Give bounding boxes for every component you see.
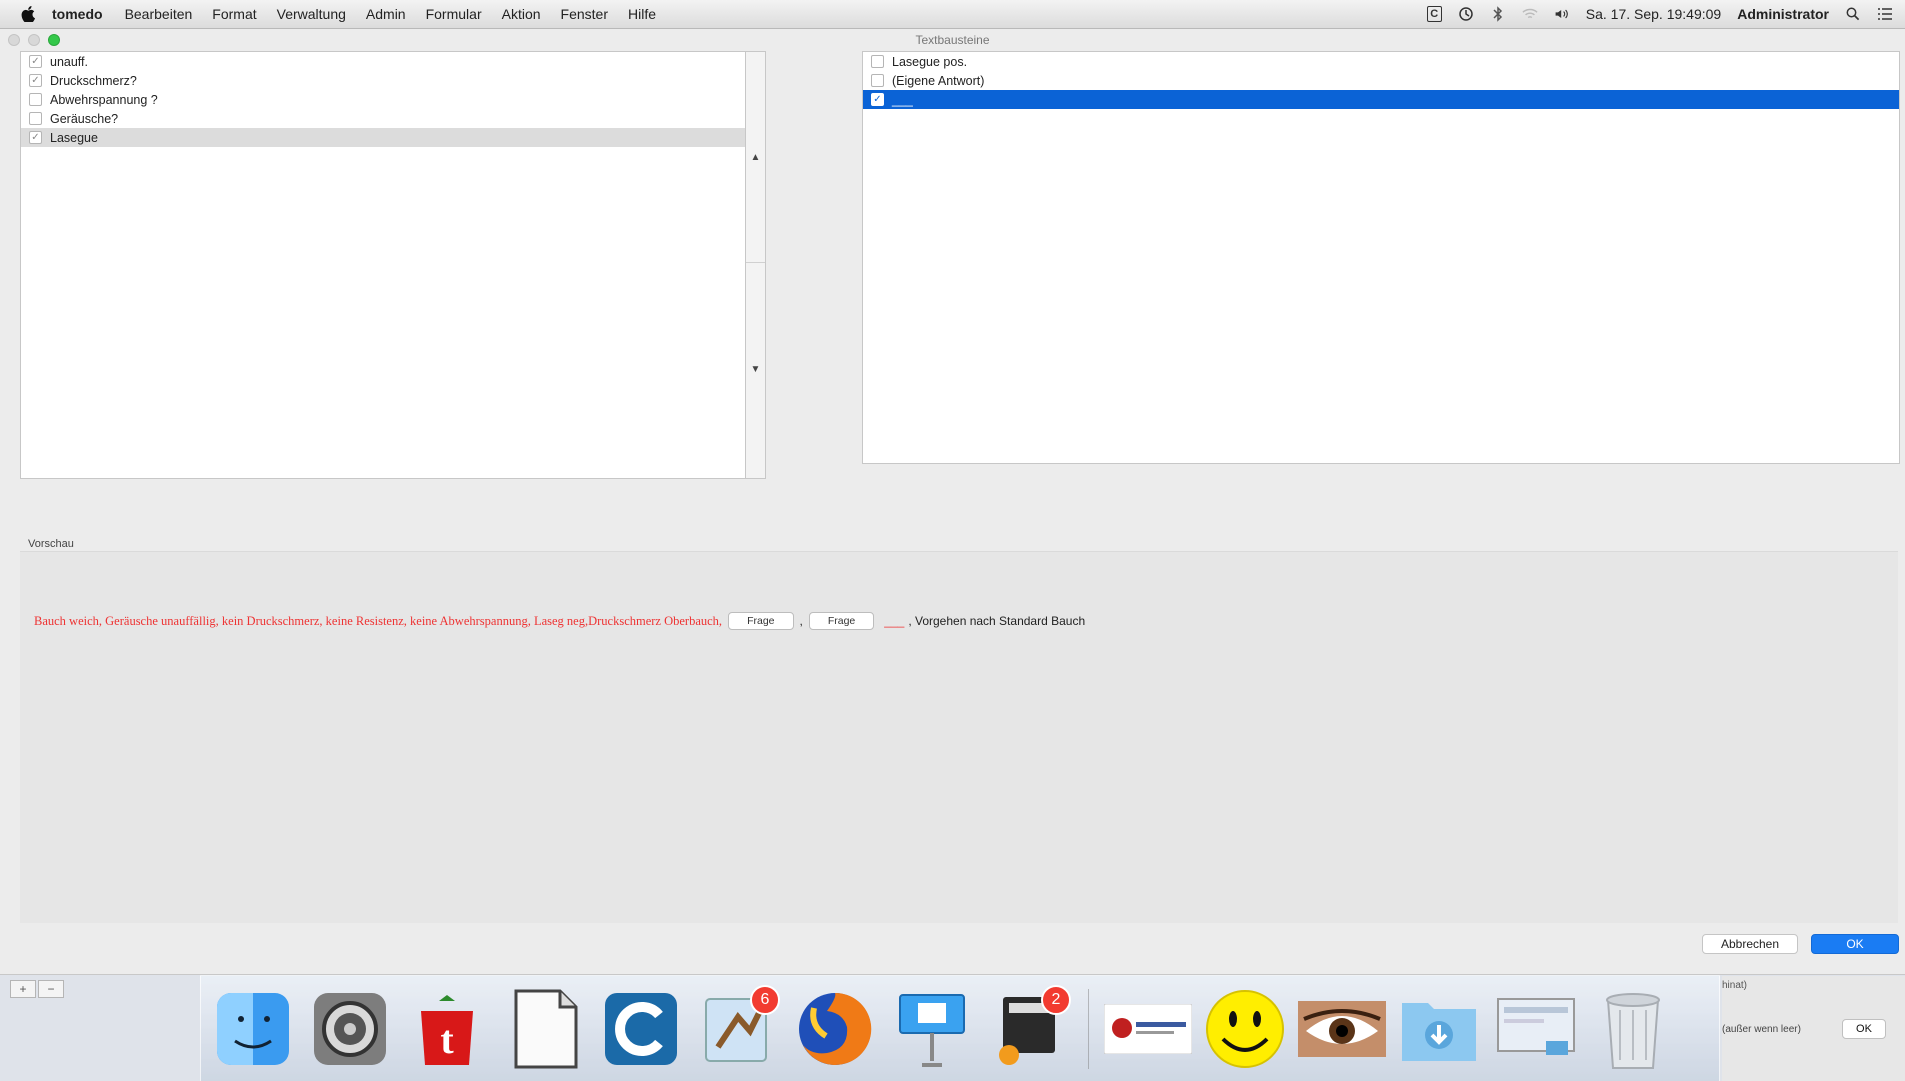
window-titlebar[interactable]: Textbausteine — [0, 29, 1905, 51]
preview-label: Vorschau — [28, 538, 74, 550]
list-item[interactable]: ✓ Druckschmerz? — [21, 71, 745, 90]
background-ok-button[interactable]: OK — [1842, 1019, 1886, 1039]
list-item[interactable]: Geräusche? — [21, 109, 745, 128]
list-item-label: Geräusche? — [50, 111, 119, 126]
preview-area: Bauch weich, Geräusche unauffällig, kein… — [20, 551, 1898, 923]
menu-status-area: C Sa. 17. Sep. 19:49:09 Administrator — [1426, 6, 1893, 22]
dock: t 6 2 — [200, 975, 1720, 1081]
checkbox-blank-answer[interactable]: ✓ — [871, 93, 884, 106]
list-item-label: (Eigene Antwort) — [892, 73, 985, 88]
list-item-selected[interactable]: ✓ ___ — [863, 90, 1899, 109]
preview-blank: ___ — [884, 614, 905, 628]
screenshot-folder-icon[interactable] — [1492, 985, 1580, 1073]
list-item-label: Druckschmerz? — [50, 73, 137, 88]
menu-admin[interactable]: Admin — [366, 6, 406, 22]
list-item[interactable]: Abwehrspannung ? — [21, 90, 745, 109]
list-item[interactable]: (Eigene Antwort) — [863, 71, 1899, 90]
checkbox-druckschmerz[interactable]: ✓ — [29, 74, 42, 87]
preview-tail-text: , Vorgehen nach Standard Bauch — [908, 614, 1086, 628]
mail-icon[interactable]: 6 — [694, 984, 782, 1073]
textbausteine-window: Textbausteine ✓ unauff. ✓ Druckschmerz? … — [0, 29, 1905, 975]
menu-clock[interactable]: Sa. 17. Sep. 19:49:09 — [1586, 6, 1721, 22]
answer-list[interactable]: Lasegue pos. (Eigene Antwort) ✓ ___ — [862, 51, 1900, 464]
bluetooth-icon[interactable] — [1490, 6, 1506, 22]
search-icon[interactable] — [1845, 6, 1861, 22]
scroll-down-arrow-icon[interactable]: ▼ — [746, 364, 765, 375]
finder-icon[interactable] — [209, 985, 297, 1073]
background-toolbar: + − — [10, 980, 64, 998]
menu-bar: tomedo Bearbeiten Format Verwaltung Admi… — [0, 0, 1905, 29]
firefox-icon[interactable] — [791, 985, 879, 1073]
list-item-label: unauff. — [50, 54, 89, 69]
menu-bearbeiten[interactable]: Bearbeiten — [125, 6, 193, 22]
volume-icon[interactable] — [1554, 6, 1570, 22]
smiley-icon[interactable] — [1201, 985, 1289, 1073]
svg-text:t: t — [440, 1017, 454, 1062]
list-item-label: Lasegue — [50, 130, 98, 145]
question-list[interactable]: ✓ unauff. ✓ Druckschmerz? Abwehrspannung… — [20, 51, 746, 479]
menu-fenster[interactable]: Fenster — [561, 6, 608, 22]
window-title: Textbausteine — [915, 33, 990, 47]
system-preferences-icon[interactable] — [306, 985, 394, 1073]
list-item[interactable]: Lasegue pos. — [863, 52, 1899, 71]
checkbox-abwehrspannung[interactable] — [29, 93, 42, 106]
checkbox-lasegue[interactable]: ✓ — [29, 131, 42, 144]
c-box-icon[interactable]: C — [1426, 6, 1442, 22]
background-field[interactable]: hinat) — [1722, 980, 1747, 991]
menu-format[interactable]: Format — [212, 6, 256, 22]
checkbox-lasegue-pos[interactable] — [871, 55, 884, 68]
list-item-label: ___ — [892, 92, 913, 107]
dock-separator — [1088, 988, 1089, 1069]
carbon-copy-cloner-icon[interactable] — [597, 985, 685, 1073]
time-machine-icon[interactable] — [1458, 6, 1474, 22]
menu-verwaltung[interactable]: Verwaltung — [277, 6, 346, 22]
list-item-label: Lasegue pos. — [892, 54, 968, 69]
list-item[interactable]: ✓ unauff. — [21, 52, 745, 71]
list-item-label: Abwehrspannung ? — [50, 92, 158, 107]
frage-button[interactable]: Frage — [808, 612, 875, 630]
preview-separator: , — [799, 614, 803, 628]
ok-button[interactable]: OK — [1811, 934, 1899, 954]
question-list-scrollbar[interactable]: ▲ ▼ — [746, 51, 766, 479]
menu-formular[interactable]: Formular — [426, 6, 482, 22]
background-hint: (außer wenn leer) — [1722, 1024, 1801, 1035]
checkbox-geraeusche[interactable] — [29, 112, 42, 125]
frage-button[interactable]: Frage — [728, 612, 794, 630]
menu-user[interactable]: Administrator — [1737, 6, 1829, 22]
eye-icon[interactable] — [1298, 985, 1386, 1073]
apple-icon[interactable] — [20, 5, 36, 23]
printer-badge: 2 — [1041, 984, 1071, 1015]
tomedo-icon[interactable]: t — [403, 985, 491, 1073]
trash-icon[interactable] — [1589, 985, 1677, 1073]
cancel-button[interactable]: Abbrechen — [1702, 934, 1798, 954]
add-button[interactable]: + — [10, 980, 36, 998]
downloads-folder-icon[interactable] — [1395, 985, 1483, 1073]
preview-text-line: Bauch weich, Geräusche unauffällig, kein… — [34, 612, 1085, 630]
list-icon[interactable] — [1877, 6, 1893, 22]
preview-red-text: Bauch weich, Geräusche unauffällig, kein… — [34, 613, 723, 628]
menu-app-name[interactable]: tomedo — [52, 6, 103, 22]
wifi-icon[interactable] — [1522, 6, 1538, 22]
list-item-selected[interactable]: ✓ Lasegue — [21, 128, 745, 147]
printer-icon[interactable]: 2 — [985, 984, 1073, 1073]
checkbox-unauff[interactable]: ✓ — [29, 55, 42, 68]
menu-hilfe[interactable]: Hilfe — [628, 6, 656, 22]
remove-button[interactable]: − — [38, 980, 64, 998]
document-icon[interactable] — [500, 985, 588, 1073]
mail-badge: 6 — [750, 984, 780, 1015]
checkbox-eigene-antwort[interactable] — [871, 74, 884, 87]
scroll-divider — [746, 262, 765, 263]
scroll-up-arrow-icon[interactable]: ▲ — [746, 152, 765, 163]
keynote-icon[interactable] — [888, 985, 976, 1073]
menu-aktion[interactable]: Aktion — [502, 6, 541, 22]
gesundheit-logo-icon[interactable] — [1104, 985, 1192, 1073]
